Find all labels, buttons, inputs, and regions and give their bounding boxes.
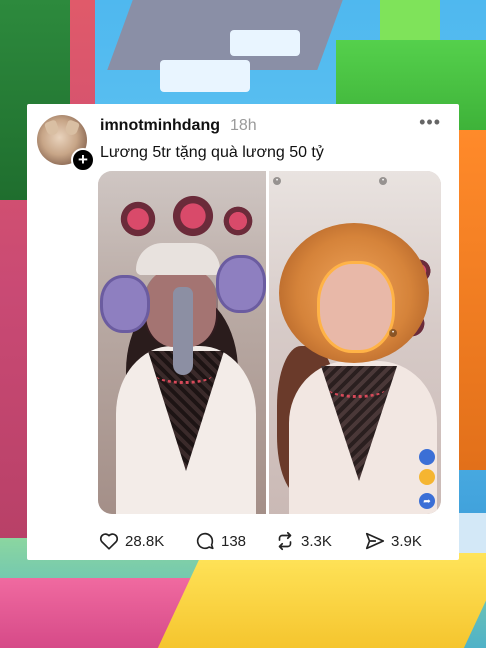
username[interactable]: imnotminhdang [100,117,220,135]
necklace [329,381,385,398]
heart-icon [99,533,119,550]
hat [136,243,220,275]
elephant-ear-right [216,255,266,313]
repost-count: 3.3K [301,532,332,550]
post-caption: Lương 5tr tặng quà lương 50 tỷ [100,144,324,161]
gift-icon[interactable] [419,469,435,485]
comment-button[interactable]: 138 [194,529,246,553]
elephant-ear-left [100,275,150,333]
share-count: 3.9K [391,532,422,550]
yellow-floor [157,553,486,648]
action-bar: 28.8K 138 3.3K 3.9K [98,529,428,553]
post-media[interactable]: • • • ➦ [98,171,441,514]
top-tag: • [379,177,388,185]
send-icon [365,532,385,550]
cloud [160,60,250,92]
share-button[interactable]: 3.9K [364,529,422,553]
side-action-icon[interactable] [419,449,435,465]
like-count: 28.8K [125,532,165,550]
repost-icon [278,531,292,551]
post-time: 18h [230,117,257,134]
necklace [156,367,212,384]
flowers [213,196,263,246]
comment-count: 138 [221,532,247,550]
cloud [230,30,300,56]
share-arrow-icon[interactable]: ➦ [419,493,435,509]
more-options-icon[interactable]: ••• [419,112,441,133]
face [317,261,395,353]
cat-ear [43,119,61,137]
media-panel-left [98,171,266,514]
comment-icon [196,532,214,550]
like-button[interactable]: 28.8K [98,529,164,553]
media-panel-right: • • • ➦ [269,171,441,514]
elephant-trunk [173,287,193,375]
cat-ear [63,119,81,137]
post-card: + imnotminhdang 18h ••• Lương 5tr tặng q… [27,104,459,560]
repost-button[interactable]: 3.3K [274,529,332,553]
trending-tag: • [273,177,282,185]
follow-plus-icon[interactable]: + [71,148,95,172]
